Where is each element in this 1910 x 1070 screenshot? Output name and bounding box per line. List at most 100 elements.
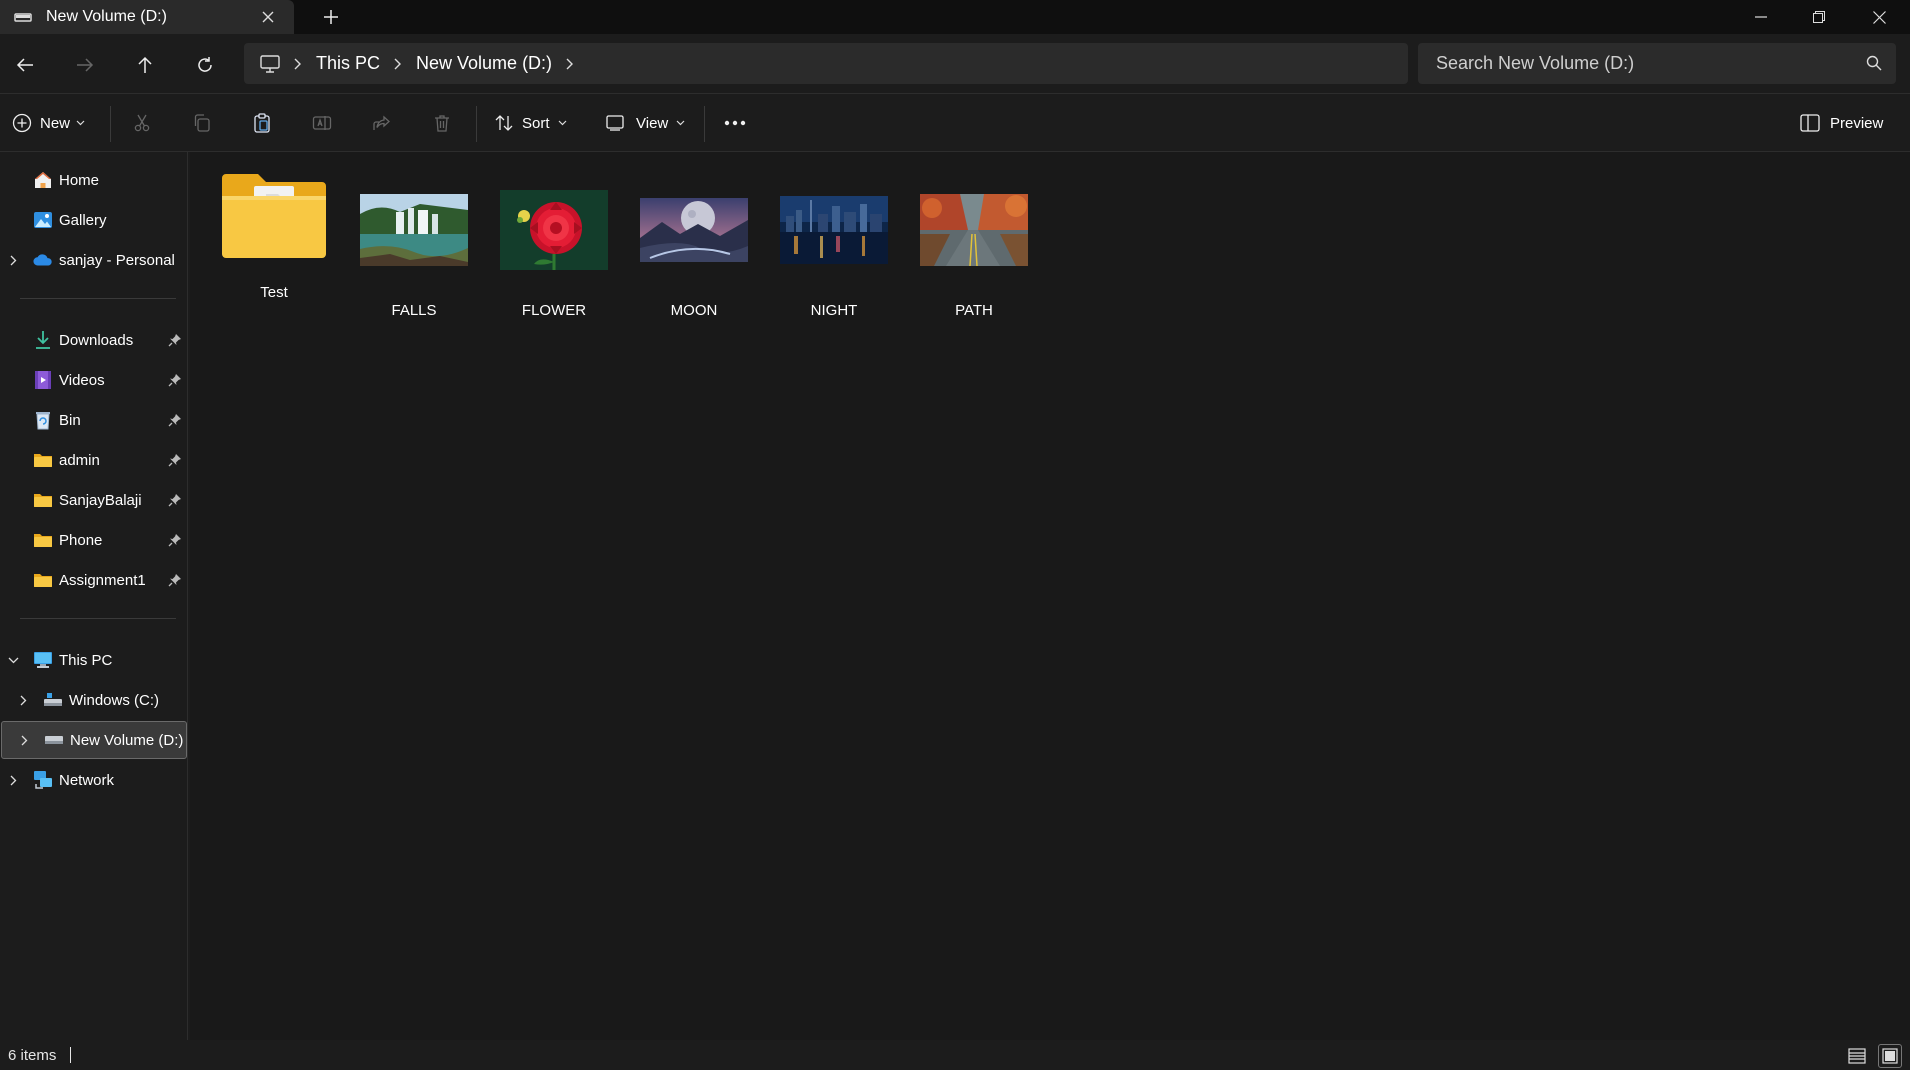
sidebar-item-windows-c[interactable]: Windows (C:)	[0, 683, 186, 717]
more-options-button[interactable]	[724, 106, 746, 140]
image-thumbnail	[920, 194, 1028, 266]
sort-button[interactable]: Sort	[494, 106, 567, 140]
file-item-moon[interactable]: MOON	[622, 172, 748, 319]
file-item-test[interactable]: Test	[202, 172, 326, 302]
sidebar-item-gallery[interactable]: Gallery	[0, 203, 186, 237]
copy-icon	[194, 114, 210, 132]
sidebar-item-sanjaybalaji[interactable]: SanjayBalaji	[0, 483, 186, 517]
command-bar: New Sort View Preview	[0, 94, 1910, 152]
pin-icon[interactable]	[168, 453, 182, 467]
chevron-right-icon[interactable]	[16, 693, 30, 707]
restore-button[interactable]	[1790, 0, 1848, 34]
scissors-icon	[134, 114, 150, 132]
close-window-button[interactable]	[1850, 0, 1908, 34]
file-view: Test FALLS FLOWER MOON NIGHT PATH	[190, 152, 1910, 1040]
status-bar: 6 items	[0, 1040, 1910, 1070]
forward-button[interactable]	[68, 48, 102, 82]
view-button[interactable]: View	[606, 106, 685, 140]
chevron-right-icon[interactable]	[6, 253, 20, 267]
chevron-right-icon[interactable]	[6, 773, 20, 787]
chevron-right-icon[interactable]	[17, 733, 31, 747]
copy-button[interactable]	[192, 106, 212, 140]
chevron-right-icon[interactable]	[566, 58, 574, 70]
sidebar-item-this-pc[interactable]: This PC	[0, 643, 186, 677]
sidebar-item-label: This PC	[59, 651, 113, 669]
sidebar-item-assignment1[interactable]: Assignment1	[0, 563, 186, 597]
close-tab-button[interactable]	[256, 5, 280, 29]
sort-icon	[495, 115, 513, 131]
file-item-path[interactable]: PATH	[902, 172, 1028, 319]
large-icons-view-icon	[1882, 1048, 1898, 1064]
videos-icon	[33, 370, 53, 390]
pin-icon[interactable]	[168, 333, 182, 347]
file-name: NIGHT	[810, 302, 858, 319]
share-button[interactable]	[372, 106, 392, 140]
close-icon	[1872, 10, 1886, 24]
sidebar-item-videos[interactable]: Videos	[0, 363, 186, 397]
chevron-down-icon	[76, 120, 85, 126]
new-button[interactable]: New	[12, 106, 85, 140]
sidebar-item-onedrive[interactable]: sanjay - Personal	[0, 243, 186, 277]
status-separator	[70, 1047, 72, 1063]
pin-icon[interactable]	[168, 573, 182, 587]
sidebar-item-label: SanjayBalaji	[59, 491, 142, 509]
plus-circle-icon	[12, 113, 32, 133]
tab-new-volume[interactable]: New Volume (D:)	[0, 0, 294, 34]
sidebar-item-bin[interactable]: Bin	[0, 403, 186, 437]
chevron-down-icon[interactable]	[6, 653, 20, 667]
address-row: This PC New Volume (D:)	[0, 34, 1910, 94]
up-button[interactable]	[128, 48, 162, 82]
back-button[interactable]	[8, 48, 42, 82]
file-item-night[interactable]: NIGHT	[762, 172, 888, 319]
file-item-flower[interactable]: FLOWER	[482, 172, 608, 319]
sidebar-item-phone[interactable]: Phone	[0, 523, 186, 557]
sidebar-item-admin[interactable]: admin	[0, 443, 186, 477]
delete-button[interactable]	[432, 106, 452, 140]
sidebar-item-new-volume-d[interactable]: New Volume (D:)	[1, 721, 187, 759]
item-count: 6 items	[8, 1046, 57, 1064]
refresh-button[interactable]	[188, 48, 222, 82]
preview-button[interactable]: Preview	[1800, 106, 1883, 140]
search-icon[interactable]	[1866, 55, 1882, 71]
pin-icon[interactable]	[168, 533, 182, 547]
address-bar[interactable]: This PC New Volume (D:)	[244, 43, 1408, 84]
image-thumbnail	[640, 198, 748, 262]
separator	[476, 106, 477, 142]
search-input[interactable]	[1436, 53, 1836, 74]
sort-button-label: Sort	[522, 114, 550, 132]
sidebar-item-network[interactable]: Network	[0, 763, 186, 797]
sidebar-item-label: sanjay - Personal	[59, 251, 175, 269]
paste-button[interactable]	[252, 106, 272, 140]
new-tab-button[interactable]	[318, 4, 344, 30]
image-thumbnail	[780, 196, 888, 264]
sidebar-divider	[20, 618, 176, 619]
minimize-button[interactable]	[1732, 0, 1790, 34]
preview-pane-icon	[1800, 114, 1820, 132]
pin-icon[interactable]	[168, 373, 182, 387]
minimize-icon	[1755, 16, 1767, 18]
sidebar-item-downloads[interactable]: Downloads	[0, 323, 186, 357]
large-icons-view-button[interactable]	[1878, 1044, 1902, 1068]
folder-icon	[33, 490, 53, 510]
download-icon	[33, 330, 53, 350]
gallery-icon	[33, 210, 53, 230]
folder-icon	[33, 570, 53, 590]
preview-button-label: Preview	[1830, 114, 1884, 132]
sidebar-item-home[interactable]: Home	[0, 163, 186, 197]
pin-icon[interactable]	[168, 413, 182, 427]
sidebar-item-label: Windows (C:)	[69, 691, 160, 709]
home-icon	[33, 170, 53, 190]
trash-icon	[435, 115, 449, 132]
breadcrumb-this-pc[interactable]: This PC	[316, 53, 380, 74]
more-icon	[724, 120, 746, 126]
sidebar-item-label: Bin	[59, 411, 81, 429]
onedrive-cloud-icon	[33, 250, 53, 270]
network-icon	[33, 770, 53, 790]
breadcrumb-new-volume[interactable]: New Volume (D:)	[416, 53, 552, 74]
file-item-falls[interactable]: FALLS	[342, 172, 468, 319]
cut-button[interactable]	[132, 106, 152, 140]
rename-button[interactable]	[312, 106, 332, 140]
details-view-button[interactable]	[1845, 1044, 1869, 1068]
title-bar: New Volume (D:)	[0, 0, 1910, 34]
pin-icon[interactable]	[168, 493, 182, 507]
